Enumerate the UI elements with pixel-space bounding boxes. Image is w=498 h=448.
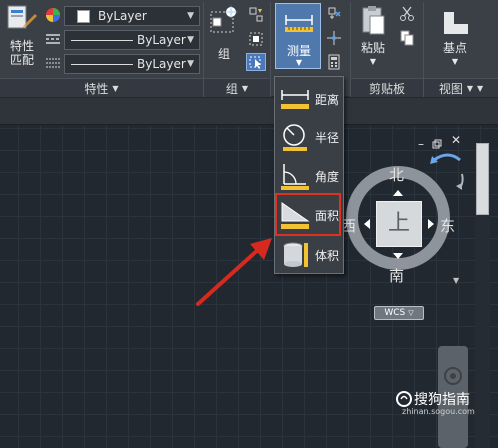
chevron-down-icon: ▼ (369, 57, 377, 66)
paste-label: 粘贴 (360, 41, 385, 55)
angle-icon (281, 164, 309, 190)
lineweight-icon[interactable] (45, 55, 61, 71)
ribbon: 特性 匹配 ByLayer ▼ ByLayer ▼ ByLayer ▼ 特性 ▼ (0, 0, 498, 97)
scrollbar-thumb[interactable] (476, 143, 489, 215)
linetype-preview (71, 39, 133, 41)
chevron-down-icon: ▼ (187, 35, 194, 45)
viewcube-south-label[interactable]: 南 (389, 265, 404, 286)
menu-item-volume[interactable]: 体积 (275, 235, 345, 275)
group-selection-toggle[interactable] (246, 53, 266, 71)
wcs-label: WCS (384, 308, 406, 318)
group-icon (210, 5, 238, 33)
lineweight-combo-value: ByLayer (137, 57, 186, 71)
measure-label: 测量 (286, 44, 311, 58)
volume-icon (283, 242, 308, 267)
chevron-down-icon: ▽ (408, 309, 414, 317)
menu-item-label: 半径 (315, 131, 340, 145)
chevron-down-icon: ▼ (112, 83, 119, 93)
base-point-icon (444, 12, 468, 34)
rotate-arrow-icon[interactable] (430, 150, 468, 192)
watermark-brand: 搜狗指南 (414, 392, 470, 408)
group-edit-icon[interactable] (248, 31, 264, 47)
distance-icon (281, 90, 309, 109)
file-tab-bar (0, 98, 498, 125)
watermark-url: zhinan.sogou.com (402, 407, 475, 416)
menu-item-label: 体积 (315, 249, 340, 263)
quick-calc-icon[interactable] (326, 6, 342, 22)
ungroup-icon[interactable] (248, 6, 264, 22)
viewcube-west-arrow-icon[interactable] (364, 219, 370, 229)
properties-panel-label: 特性 (84, 81, 109, 96)
viewcube-east-arrow-icon[interactable] (428, 219, 434, 229)
steering-wheel-icon[interactable] (443, 366, 463, 386)
cut-icon[interactable] (399, 6, 415, 22)
viewcube-north-label[interactable]: 北 (389, 164, 404, 185)
linetype-combo-value: ByLayer (137, 33, 186, 47)
measure-dropdown-menu: 距离 半径 角度 面积 体积 (274, 76, 344, 274)
chevron-down-icon: ▼ (187, 11, 194, 21)
menu-item-angle[interactable]: 角度 (275, 156, 345, 196)
match-properties-icon (7, 5, 37, 29)
clipboard-panel-title: 剪贴板 (351, 78, 423, 97)
measure-button[interactable]: 测量 ▼ (275, 3, 321, 69)
color-wheel-icon[interactable] (45, 7, 61, 23)
view-panel-label: 视图 (438, 81, 463, 96)
lineweight-preview (71, 63, 133, 65)
chevron-down-icon: ▼ (466, 83, 473, 93)
group-panel-label: 组 (225, 81, 238, 96)
menu-item-radius[interactable]: 半径 (275, 117, 345, 157)
color-swatch (77, 9, 90, 23)
chevron-down-icon: ▼ (477, 83, 484, 93)
menu-item-label: 角度 (315, 170, 340, 184)
sogou-logo-icon (396, 391, 412, 407)
viewcube-east-label[interactable]: 东 (440, 215, 455, 236)
viewcube-north-arrow-icon[interactable] (393, 190, 403, 196)
paste-button[interactable]: 粘贴 ▼ (356, 4, 390, 74)
base-point-button[interactable]: 基点 ▼ (435, 4, 475, 74)
chevron-down-icon: ▼ (451, 57, 459, 66)
close-icon[interactable]: ✕ (451, 133, 461, 147)
viewcube-south-arrow-icon[interactable] (393, 253, 403, 259)
match-properties-label-2: 匹配 (9, 53, 34, 67)
chevron-down-icon: ▼ (295, 58, 303, 67)
group-label: 组 (217, 47, 230, 61)
divider (270, 2, 271, 97)
calculator-icon[interactable] (326, 54, 342, 70)
properties-panel-title[interactable]: 特性 ▼ (0, 78, 203, 97)
cursor-icon (249, 56, 261, 69)
wcs-menu-button[interactable]: WCS ▽ (374, 306, 424, 320)
view-panel-title[interactable]: 视图 ▼ ▼ (424, 78, 498, 97)
viewcube-menu-icon[interactable]: ▼ (453, 276, 459, 285)
copy-icon[interactable] (399, 30, 415, 46)
menu-item-distance[interactable]: 距离 (275, 79, 345, 119)
viewcube-face[interactable]: 上 (376, 201, 422, 247)
color-combo-value: ByLayer (98, 9, 147, 23)
locate-point-icon[interactable] (326, 30, 342, 46)
lineweight-combo[interactable]: ByLayer ▼ (64, 54, 200, 74)
red-pointer-arrow (196, 238, 272, 306)
linetype-icon[interactable] (45, 31, 61, 47)
linetype-combo[interactable]: ByLayer ▼ (64, 30, 200, 50)
match-properties-button[interactable]: 特性 匹配 (4, 4, 40, 74)
group-panel-title[interactable]: 组 ▼ (204, 78, 270, 97)
restore-icon[interactable] (432, 134, 442, 149)
clipboard-panel-label: 剪贴板 (368, 81, 405, 96)
menu-item-label: 距离 (315, 93, 340, 107)
color-combo[interactable]: ByLayer ▼ (64, 6, 200, 26)
chevron-down-icon: ▼ (187, 59, 194, 69)
group-button[interactable]: 组 (206, 4, 242, 62)
paste-icon (362, 6, 385, 35)
match-properties-label-1: 特性 (9, 39, 34, 53)
area-highlight-box (275, 193, 341, 236)
base-point-label: 基点 (442, 41, 467, 55)
watermark: 搜狗指南 (396, 389, 470, 409)
minimize-icon[interactable]: – (418, 137, 424, 151)
measure-ruler-icon (285, 15, 313, 32)
radius-icon (283, 124, 307, 151)
chevron-down-icon: ▼ (241, 83, 249, 93)
